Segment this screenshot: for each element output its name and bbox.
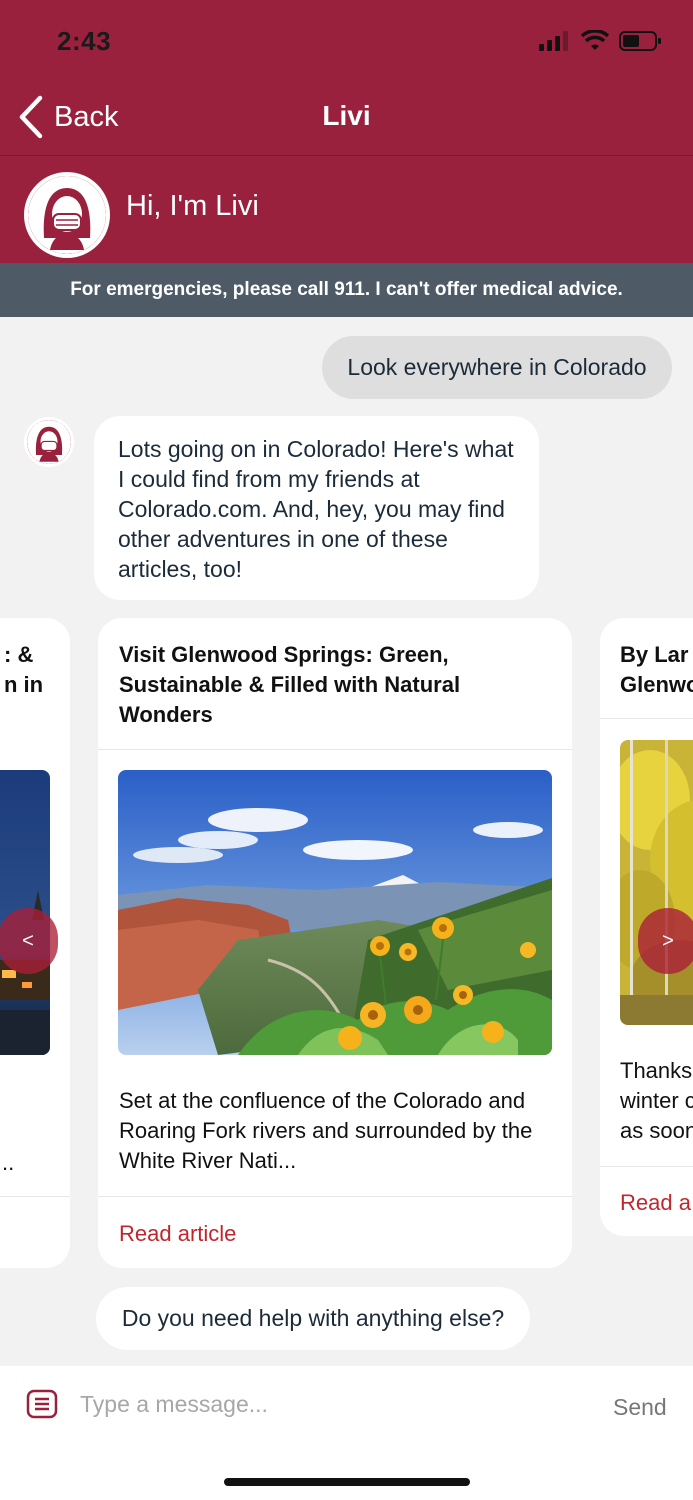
read-article-link-partial[interactable]: Read a: [620, 1190, 691, 1216]
card-divider: [0, 1196, 70, 1197]
emergency-disclaimer: For emergencies, please call 911. I can'…: [0, 263, 693, 317]
assistant-banner: Hi, I'm Livi: [0, 156, 693, 263]
card-divider: [600, 718, 693, 719]
card-divider: [98, 1196, 572, 1197]
battery-icon: [619, 31, 661, 51]
card-image: [118, 770, 552, 1055]
status-time: 2:43: [57, 26, 112, 56]
menu-icon[interactable]: [26, 1389, 58, 1424]
article-card[interactable]: Visit Glenwood Springs: Green, Sustainab…: [98, 618, 572, 1268]
read-article-link[interactable]: Read article: [119, 1221, 236, 1247]
message-input[interactable]: [80, 1384, 580, 1424]
card-description: Set at the confluence of the Colorado an…: [119, 1088, 533, 1173]
card-divider: [600, 1166, 693, 1167]
card-title: Visit Glenwood Springs: Green, Sustainab…: [119, 642, 461, 727]
card-divider: [98, 749, 572, 750]
aspen-forest-photo: [620, 740, 693, 1025]
assistant-greeting: Hi, I'm Livi: [126, 190, 259, 222]
article-carousel[interactable]: : & n in .. Visit Glenwood Springs: Gree…: [0, 618, 693, 1270]
card-title-partial: : & n in: [4, 642, 44, 697]
home-indicator[interactable]: [224, 1478, 470, 1486]
app-header: 2:43 Back Livi Hi, I'm Livi: [0, 0, 693, 263]
message-composer: Send: [0, 1366, 693, 1443]
bot-message-bubble: Lots going on in Colorado! Here's what I…: [94, 416, 539, 600]
send-button[interactable]: Send: [613, 1394, 667, 1421]
home-bar: [0, 1443, 693, 1500]
user-message-bubble: Look everywhere in Colorado: [322, 336, 672, 399]
bot-followup-bubble: Do you need help with anything else?: [96, 1287, 530, 1350]
signal-icon: [539, 31, 568, 51]
card-image-partial: [620, 740, 693, 1025]
card-description-partial: ..: [2, 1150, 15, 1175]
page-title: Livi: [322, 100, 371, 131]
wifi-icon: [581, 30, 609, 50]
masked-woman-icon: [28, 176, 106, 254]
glenwood-springs-photo: [118, 770, 552, 1055]
carousel-next-button[interactable]: >: [638, 908, 693, 974]
status-bar: 2:43: [0, 0, 693, 80]
masked-woman-icon: [27, 420, 71, 464]
carousel-prev-button[interactable]: <: [0, 908, 58, 974]
card-title-partial: By Lar Glenwo: [620, 642, 693, 697]
livi-avatar: [24, 172, 110, 258]
status-icons: [539, 30, 663, 52]
navigation-bar: Back Livi: [0, 80, 693, 155]
bot-avatar: [24, 417, 74, 467]
card-description-partial: Thanks winter c as soon: [620, 1058, 693, 1143]
